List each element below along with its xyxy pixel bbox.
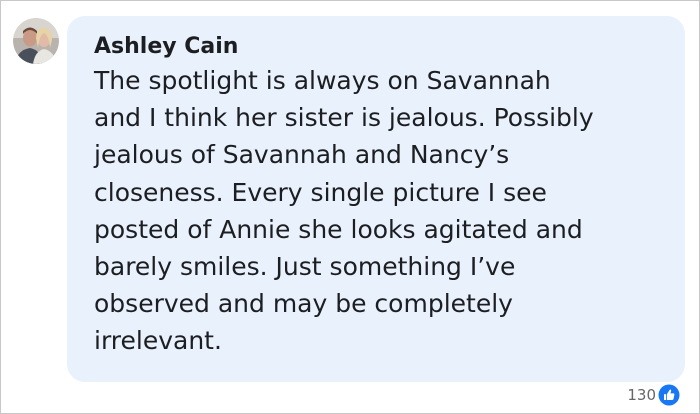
comment-body-line: closeness. Every single picture I see	[94, 177, 547, 207]
reactions-summary[interactable]: 130	[627, 384, 680, 406]
comment-author[interactable]: Ashley Cain	[94, 34, 238, 60]
reaction-count: 130	[627, 386, 656, 404]
comment-body-line: The spotlight is always on Savannah	[94, 66, 551, 95]
comment-body-line: and I think her sister is jealous. Possi…	[94, 103, 594, 133]
comment-body-line: jealous of Savannah and Nancy’s	[94, 140, 510, 170]
comment-body: The spotlight is always on Savannah and …	[94, 62, 669, 360]
avatar-photo	[13, 18, 59, 64]
comment-body-line: irrelevant.	[94, 326, 222, 356]
comment-body-line: observed and may be completely	[94, 289, 513, 319]
like-icon	[658, 384, 680, 406]
comment-card: Ashley Cain The spotlight is always on S…	[0, 0, 700, 414]
comment-body-line: barely smiles. Just something I’ve	[94, 252, 516, 282]
avatar[interactable]	[13, 18, 59, 64]
comment-bubble: Ashley Cain The spotlight is always on S…	[67, 16, 685, 382]
comment-body-line: posted of Annie she looks agitated and	[94, 214, 583, 244]
